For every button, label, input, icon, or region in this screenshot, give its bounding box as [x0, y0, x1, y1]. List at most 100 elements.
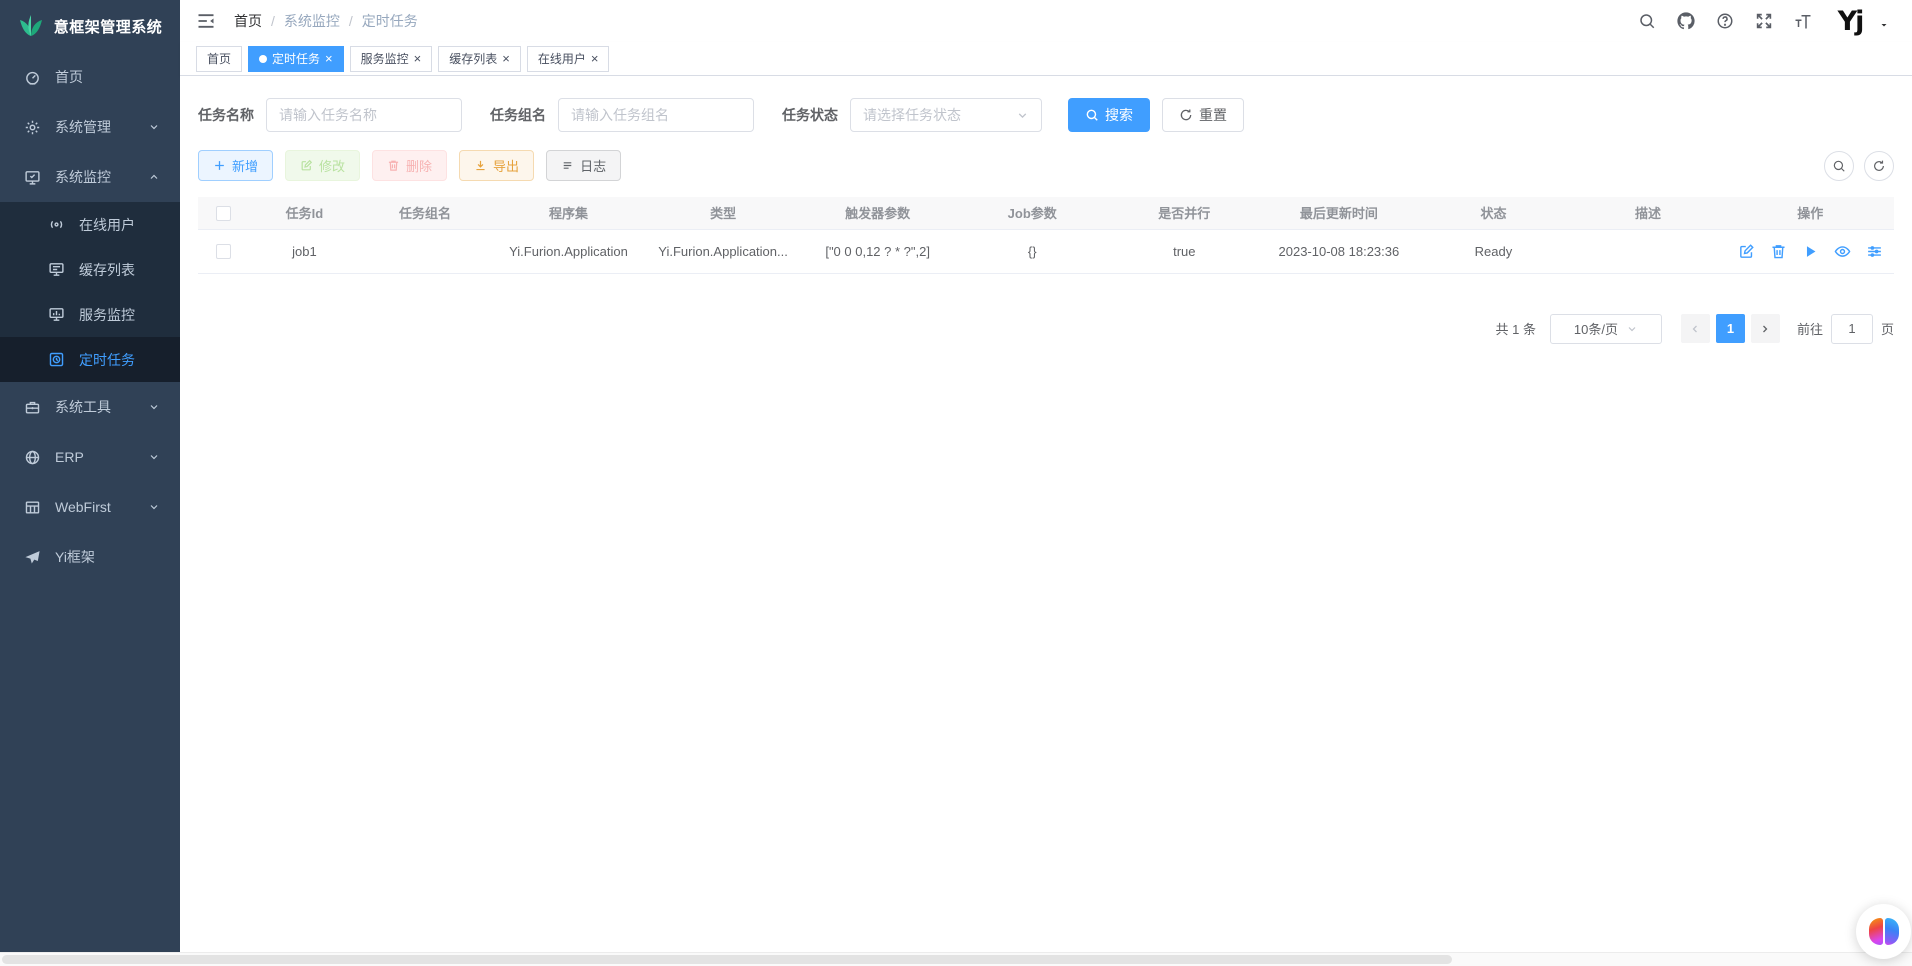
delete-row-icon[interactable]: [1770, 243, 1787, 260]
tag-service-monitor[interactable]: 服务监控 ×: [350, 46, 433, 72]
active-tab-dot: [259, 55, 267, 63]
breadcrumb-home[interactable]: 首页: [234, 11, 262, 31]
help-icon[interactable]: [1716, 12, 1734, 30]
cell-concurrent: true: [1108, 229, 1260, 273]
cell-task-id: job1: [249, 229, 361, 273]
reset-button[interactable]: 重置: [1162, 98, 1244, 132]
top-navbar: 首页 / 系统监控 / 定时任务 Yj: [180, 0, 1912, 42]
prev-page-button[interactable]: [1681, 314, 1710, 343]
app-root: 意框架管理系统 首页 系统管理 系统监控 在线用户: [0, 0, 1912, 952]
assistant-widget-button[interactable]: [1856, 904, 1911, 959]
page-size-select[interactable]: 10条/页: [1550, 314, 1662, 344]
tag-online-users[interactable]: 在线用户 ×: [527, 46, 610, 72]
horizontal-scrollbar[interactable]: [0, 952, 1912, 966]
sidebar-menu: 首页 系统管理 系统监控 在线用户 缓存列表: [0, 52, 180, 952]
chevron-right-icon: [1759, 323, 1771, 335]
cache-list-icon: [48, 261, 65, 278]
log-button[interactable]: 日志: [546, 150, 621, 181]
run-task-icon[interactable]: [1802, 243, 1819, 260]
view-detail-eye-icon[interactable]: [1834, 243, 1851, 260]
globe-icon: [24, 449, 41, 466]
row-checkbox[interactable]: [216, 244, 231, 259]
col-type: 类型: [647, 197, 799, 229]
close-icon[interactable]: ×: [414, 52, 422, 65]
cell-type: Yi.Furion.Application...: [647, 229, 799, 273]
add-button[interactable]: 新增: [198, 150, 273, 181]
table-row[interactable]: job1 Yi.Furion.Application Yi.Furion.App…: [198, 229, 1894, 273]
search-button[interactable]: 搜索: [1068, 98, 1150, 132]
toolbox-icon: [24, 399, 41, 416]
github-icon[interactable]: [1677, 12, 1695, 30]
fullscreen-icon[interactable]: [1755, 12, 1773, 30]
task-status-label: 任务状态: [782, 105, 838, 125]
task-group-input[interactable]: [558, 98, 754, 132]
sidebar-item-system-monitor[interactable]: 系统监控: [0, 152, 180, 202]
sidebar-item-system-tools[interactable]: 系统工具: [0, 382, 180, 432]
col-task-id: 任务Id: [249, 197, 361, 229]
sidebar-item-erp[interactable]: ERP: [0, 432, 180, 482]
sidebar-item-yi-framework[interactable]: Yi框架: [0, 532, 180, 582]
dashboard-icon: [24, 69, 41, 86]
select-all-checkbox[interactable]: [216, 206, 231, 221]
breadcrumb-current: 定时任务: [362, 11, 418, 31]
close-icon[interactable]: ×: [591, 52, 599, 65]
cell-assembly: Yi.Furion.Application: [490, 229, 647, 273]
main-area: 首页 / 系统监控 / 定时任务 Yj 首页 定时任务: [180, 0, 1912, 952]
sidebar-item-service-monitor[interactable]: 服务监控: [0, 292, 180, 337]
toolbar-right: [1824, 151, 1894, 181]
export-button[interactable]: 导出: [459, 150, 534, 181]
tag-home[interactable]: 首页: [196, 46, 242, 72]
delete-button[interactable]: 删除: [372, 150, 447, 181]
search-icon: [1085, 108, 1099, 122]
edit-button[interactable]: 修改: [285, 150, 360, 181]
timer-task-icon: [48, 351, 65, 368]
col-job-args: Job参数: [956, 197, 1108, 229]
refresh-icon: [1179, 108, 1193, 122]
navbar-right: Yj: [1638, 4, 1890, 38]
chevron-down-icon: [148, 121, 160, 133]
breadcrumb: 首页 / 系统监控 / 定时任务: [234, 11, 418, 31]
refresh-table-button[interactable]: [1864, 151, 1894, 181]
online-users-icon: [48, 216, 65, 233]
sidebar-item-webfirst[interactable]: WebFirst: [0, 482, 180, 532]
goto-page-input[interactable]: [1831, 314, 1873, 344]
table-header-row: 任务Id 任务组名 程序集 类型 触发器参数 Job参数 是否并行 最后更新时间…: [198, 197, 1894, 229]
col-actions: 操作: [1727, 197, 1894, 229]
sidebar-item-system-management[interactable]: 系统管理: [0, 102, 180, 152]
cell-task-group: [360, 229, 490, 273]
search-icon: [1832, 159, 1846, 173]
font-size-icon[interactable]: [1794, 12, 1812, 30]
sidebar-item-scheduled-tasks[interactable]: 定时任务: [0, 337, 180, 382]
cell-job-args: {}: [956, 229, 1108, 273]
logo[interactable]: 意框架管理系统: [0, 0, 180, 52]
sidebar-item-online-users[interactable]: 在线用户: [0, 202, 180, 247]
fold-sidebar-icon[interactable]: [196, 11, 216, 31]
tag-cache-list[interactable]: 缓存列表 ×: [438, 46, 521, 72]
refresh-icon: [1872, 159, 1886, 173]
col-status: 状态: [1417, 197, 1569, 229]
chevron-down-icon: [148, 451, 160, 463]
cell-trigger-args: ["0 0 0,12 ? * ?",2]: [799, 229, 956, 273]
avatar[interactable]: Yj: [1833, 4, 1867, 38]
close-icon[interactable]: ×: [325, 52, 333, 65]
search-icon[interactable]: [1638, 12, 1656, 30]
page-number-1[interactable]: 1: [1716, 314, 1745, 343]
trash-icon: [387, 159, 400, 172]
sidebar-item-home[interactable]: 首页: [0, 52, 180, 102]
caret-down-icon[interactable]: [1878, 19, 1890, 31]
scrollbar-thumb[interactable]: [2, 955, 1452, 964]
task-status-select[interactable]: 请选择任务状态: [850, 98, 1042, 132]
task-log-sliders-icon[interactable]: [1866, 243, 1883, 260]
leaf-logo-icon: [18, 14, 44, 38]
close-icon[interactable]: ×: [502, 52, 510, 65]
next-page-button[interactable]: [1751, 314, 1780, 343]
sidebar-item-cache-list[interactable]: 缓存列表: [0, 247, 180, 292]
sidebar: 意框架管理系统 首页 系统管理 系统监控 在线用户: [0, 0, 180, 952]
edit-row-icon[interactable]: [1738, 243, 1755, 260]
task-name-input[interactable]: [266, 98, 462, 132]
show-search-toggle-button[interactable]: [1824, 151, 1854, 181]
col-concurrent: 是否并行: [1108, 197, 1260, 229]
chevron-up-icon: [148, 171, 160, 183]
chevron-down-icon: [1626, 323, 1638, 335]
tag-scheduled-tasks[interactable]: 定时任务 ×: [248, 46, 344, 72]
